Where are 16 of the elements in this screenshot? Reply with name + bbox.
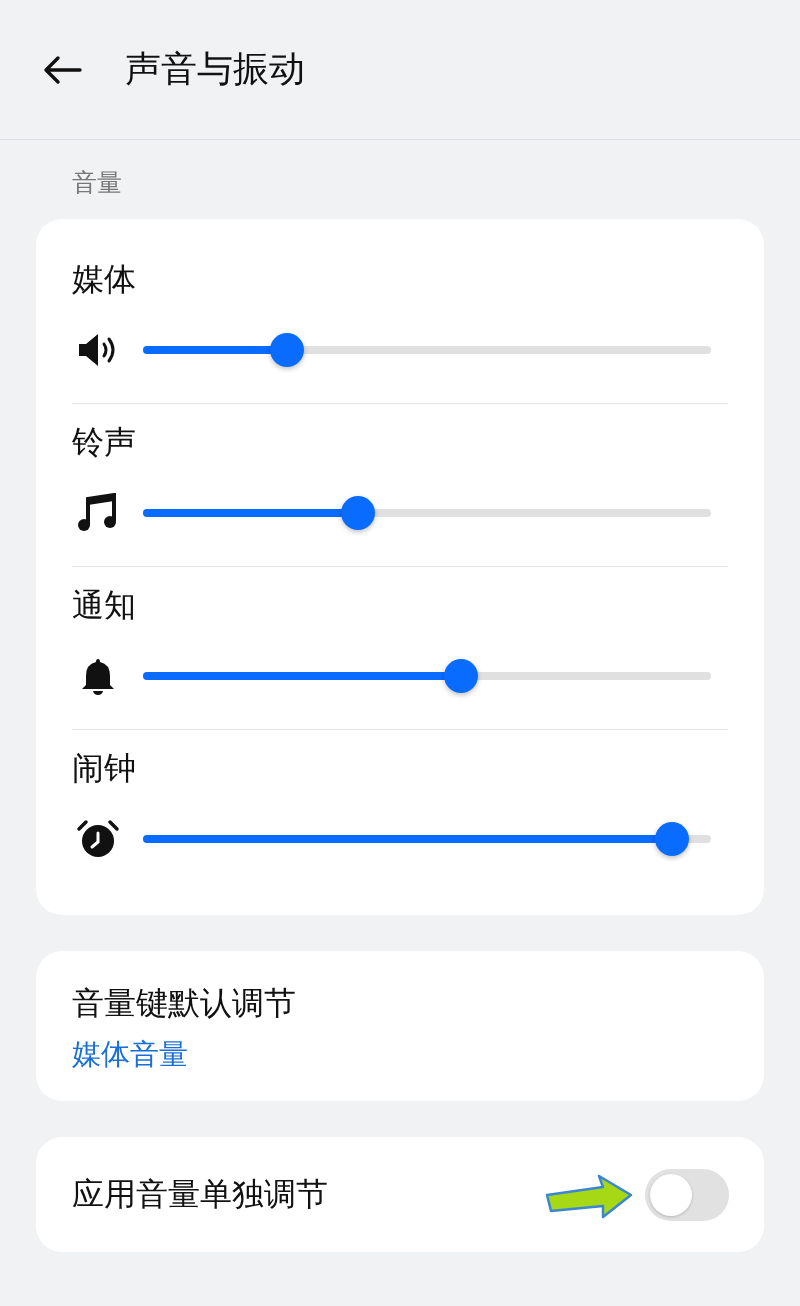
page-title: 声音与振动 [125, 47, 305, 91]
setting-title[interactable]: 音量键默认调节 [72, 981, 296, 1025]
setting-value: 媒体音量 [72, 1036, 188, 1073]
slider-thumb[interactable] [341, 496, 376, 530]
slider-label: 通知 [72, 585, 136, 626]
slider-thumb[interactable] [654, 822, 689, 856]
back-icon[interactable] [42, 54, 82, 85]
setting-title: 应用音量单独调节 [72, 1173, 328, 1215]
alarm-clock-icon [76, 819, 120, 859]
section-label: 音量 [72, 168, 122, 197]
slider-label: 铃声 [72, 422, 136, 463]
slider-thumb[interactable] [444, 659, 479, 693]
slider-label: 闹钟 [72, 748, 136, 789]
slider-label: 媒体 [72, 259, 136, 300]
toggle-switch[interactable] [645, 1168, 729, 1221]
slider-thumb[interactable] [270, 333, 305, 367]
